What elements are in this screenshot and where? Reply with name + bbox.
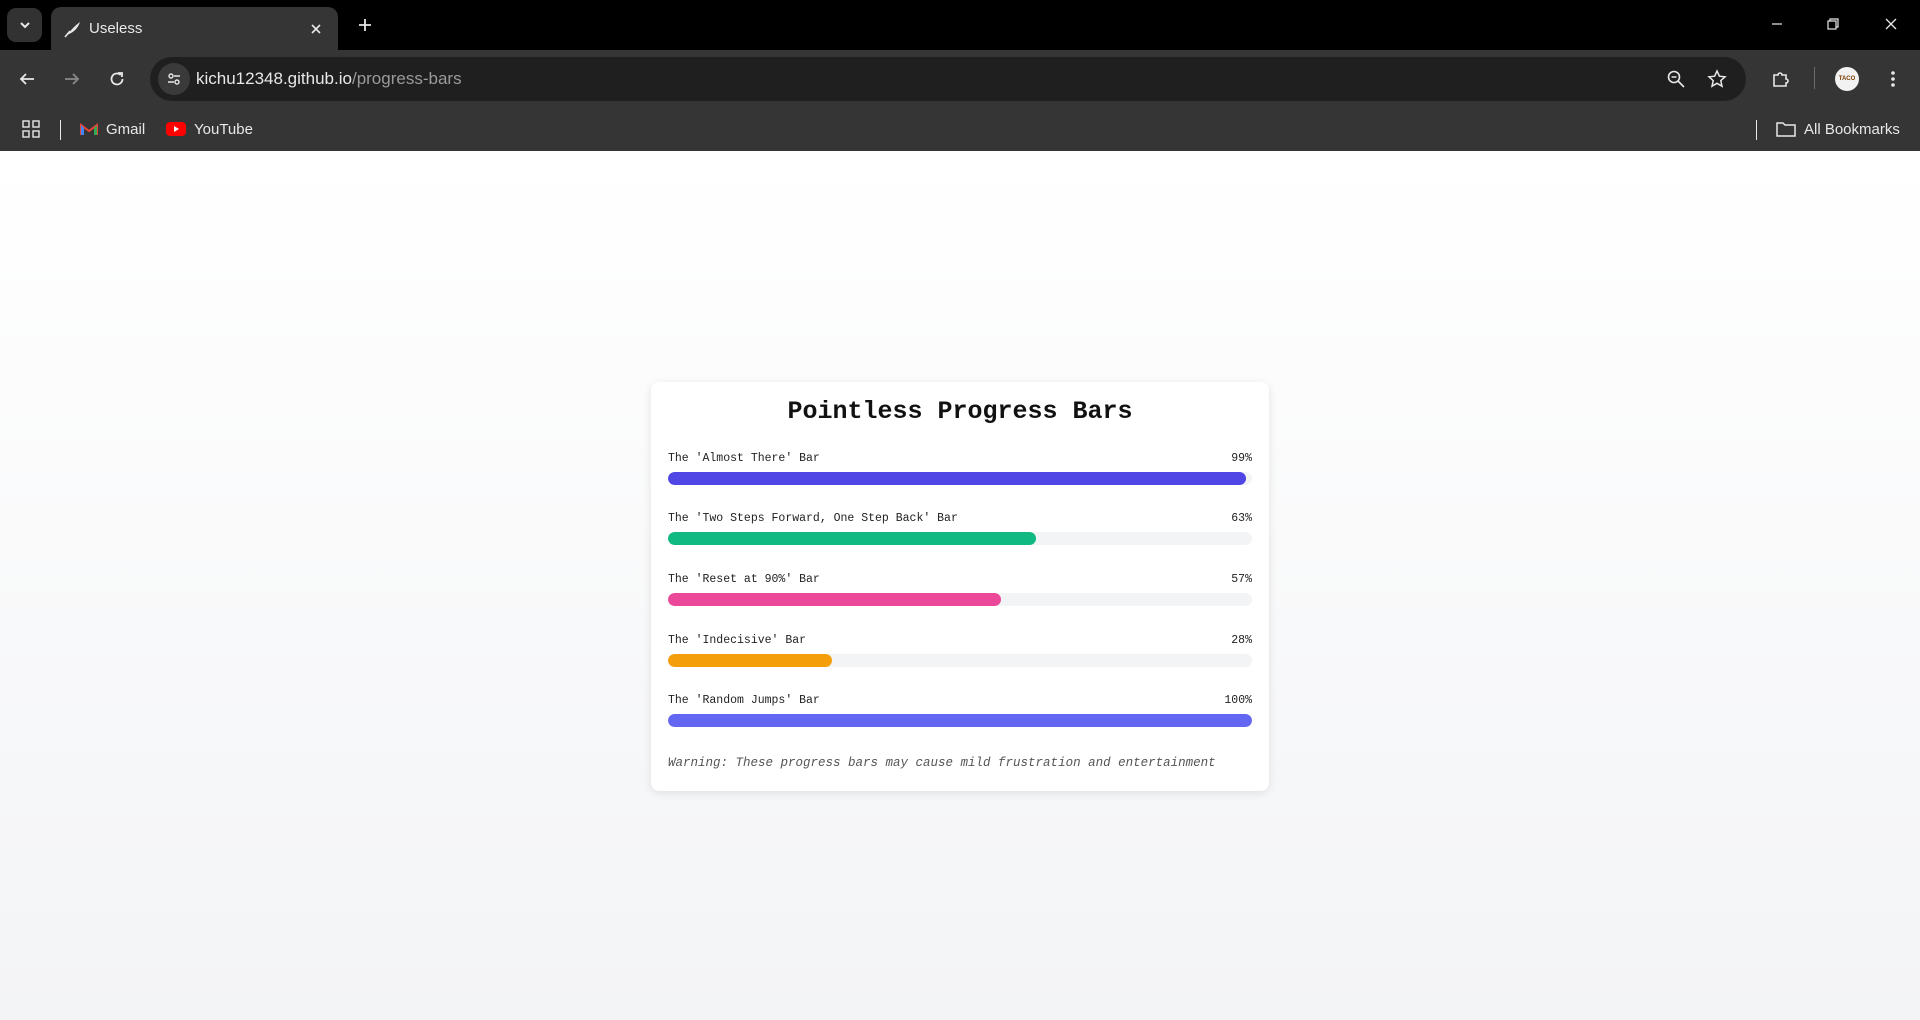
all-bookmarks-button[interactable]: All Bookmarks — [1776, 116, 1900, 142]
toolbar-divider — [1814, 67, 1815, 89]
browser-toolbar: kichu12348.github.io/progress-bars TACO — [0, 50, 1920, 108]
bookmarks-divider — [1756, 120, 1757, 140]
progress-bar-item: The 'Two Steps Forward, One Step Back' B… — [668, 511, 1252, 545]
progress-bar-fill — [668, 593, 1001, 606]
bookmarks-divider — [60, 120, 61, 140]
progress-bar-fill — [668, 472, 1247, 485]
progress-bar-percent: 63% — [1231, 512, 1252, 525]
apps-grid-icon — [22, 120, 40, 138]
address-bar[interactable]: kichu12348.github.io/progress-bars — [150, 57, 1746, 101]
puzzle-icon — [1773, 72, 1789, 87]
apps-button[interactable] — [22, 116, 40, 142]
tab-search-button[interactable] — [7, 8, 42, 42]
progress-bar-percent: 57% — [1231, 573, 1252, 586]
site-info-button[interactable] — [158, 63, 190, 95]
page-title: Pointless Progress Bars — [787, 397, 1133, 426]
tab-title: Useless — [89, 20, 143, 37]
reload-button[interactable] — [100, 62, 134, 96]
bookmark-label: YouTube — [194, 120, 253, 138]
bookmark-youtube[interactable]: YouTube — [166, 116, 253, 142]
url-host: kichu12348.github.io — [196, 69, 352, 88]
reload-icon — [110, 72, 124, 86]
progress-card: Pointless Progress Bars The 'Almost Ther… — [651, 382, 1269, 791]
progress-bar-item: The 'Reset at 90%' Bar 57% — [668, 572, 1252, 606]
tab-active[interactable]: Useless — [51, 7, 338, 50]
progress-bar-track — [668, 532, 1252, 545]
forward-button[interactable] — [55, 62, 89, 96]
extensions-button[interactable] — [1764, 62, 1798, 96]
progress-bar-percent: 99% — [1231, 452, 1252, 465]
progress-bar-fill — [668, 654, 832, 667]
url-path: /progress-bars — [351, 69, 462, 88]
arrow-left-icon — [19, 73, 34, 85]
minimize-icon — [1772, 23, 1782, 25]
page-viewport: Pointless Progress Bars The 'Almost Ther… — [0, 151, 1920, 1020]
bookmark-label: Gmail — [106, 120, 146, 138]
tab-strip: Useless — [0, 0, 1920, 50]
progress-bar-track — [668, 714, 1252, 727]
restore-icon — [1827, 18, 1839, 30]
progress-bar-label: The 'Reset at 90%' Bar — [668, 573, 820, 586]
warning-text: Warning: These progress bars may cause m… — [668, 756, 1216, 770]
folder-icon — [1776, 122, 1796, 137]
arrow-right-icon — [65, 73, 80, 85]
profile-badge-text: TACO — [1838, 76, 1856, 82]
progress-bar-fill — [668, 714, 1252, 727]
zoom-icon — [1667, 70, 1685, 88]
browser-menu-button[interactable] — [1876, 62, 1910, 96]
close-icon — [311, 24, 321, 34]
progress-bar-label: The 'Almost There' Bar — [668, 452, 820, 465]
chevron-down-icon — [19, 22, 30, 29]
quill-icon — [64, 22, 80, 38]
plus-icon — [359, 19, 371, 31]
progress-bar-label: The 'Indecisive' Bar — [668, 634, 807, 647]
progress-bar-item: The 'Almost There' Bar 99% — [668, 451, 1252, 485]
restore-button[interactable] — [1810, 6, 1856, 42]
bookmarks-bar: Gmail YouTube All Bookmarks — [0, 108, 1920, 151]
progress-bar-percent: 100% — [1224, 694, 1252, 707]
progress-bar-track — [668, 654, 1252, 667]
gmail-icon — [80, 123, 98, 135]
youtube-icon — [166, 122, 186, 136]
new-tab-button[interactable] — [352, 12, 378, 38]
zoom-button[interactable] — [1664, 67, 1688, 91]
close-icon — [1885, 18, 1897, 30]
tab-close-button[interactable] — [306, 19, 326, 39]
progress-bar-label: The 'Two Steps Forward, One Step Back' B… — [668, 512, 958, 525]
progress-bar-item: The 'Indecisive' Bar 28% — [668, 633, 1252, 667]
bookmark-gmail[interactable]: Gmail — [80, 116, 145, 142]
progress-bar-label: The 'Random Jumps' Bar — [668, 694, 820, 707]
minimize-button[interactable] — [1754, 6, 1800, 42]
profile-avatar[interactable]: TACO — [1835, 67, 1859, 91]
close-window-button[interactable] — [1868, 6, 1914, 42]
progress-bar-item: The 'Random Jumps' Bar 100% — [668, 693, 1252, 727]
progress-bar-track — [668, 593, 1252, 606]
progress-bar-track — [668, 472, 1252, 485]
star-icon — [1707, 69, 1727, 88]
tune-icon — [168, 73, 180, 85]
url-text[interactable]: kichu12348.github.io/progress-bars — [196, 69, 462, 89]
back-button[interactable] — [10, 62, 44, 96]
progress-bar-fill — [668, 532, 1036, 545]
all-bookmarks-label: All Bookmarks — [1804, 120, 1900, 138]
kebab-menu-icon — [1891, 71, 1895, 87]
progress-bar-percent: 28% — [1231, 634, 1252, 647]
bookmark-star-button[interactable] — [1705, 67, 1729, 91]
